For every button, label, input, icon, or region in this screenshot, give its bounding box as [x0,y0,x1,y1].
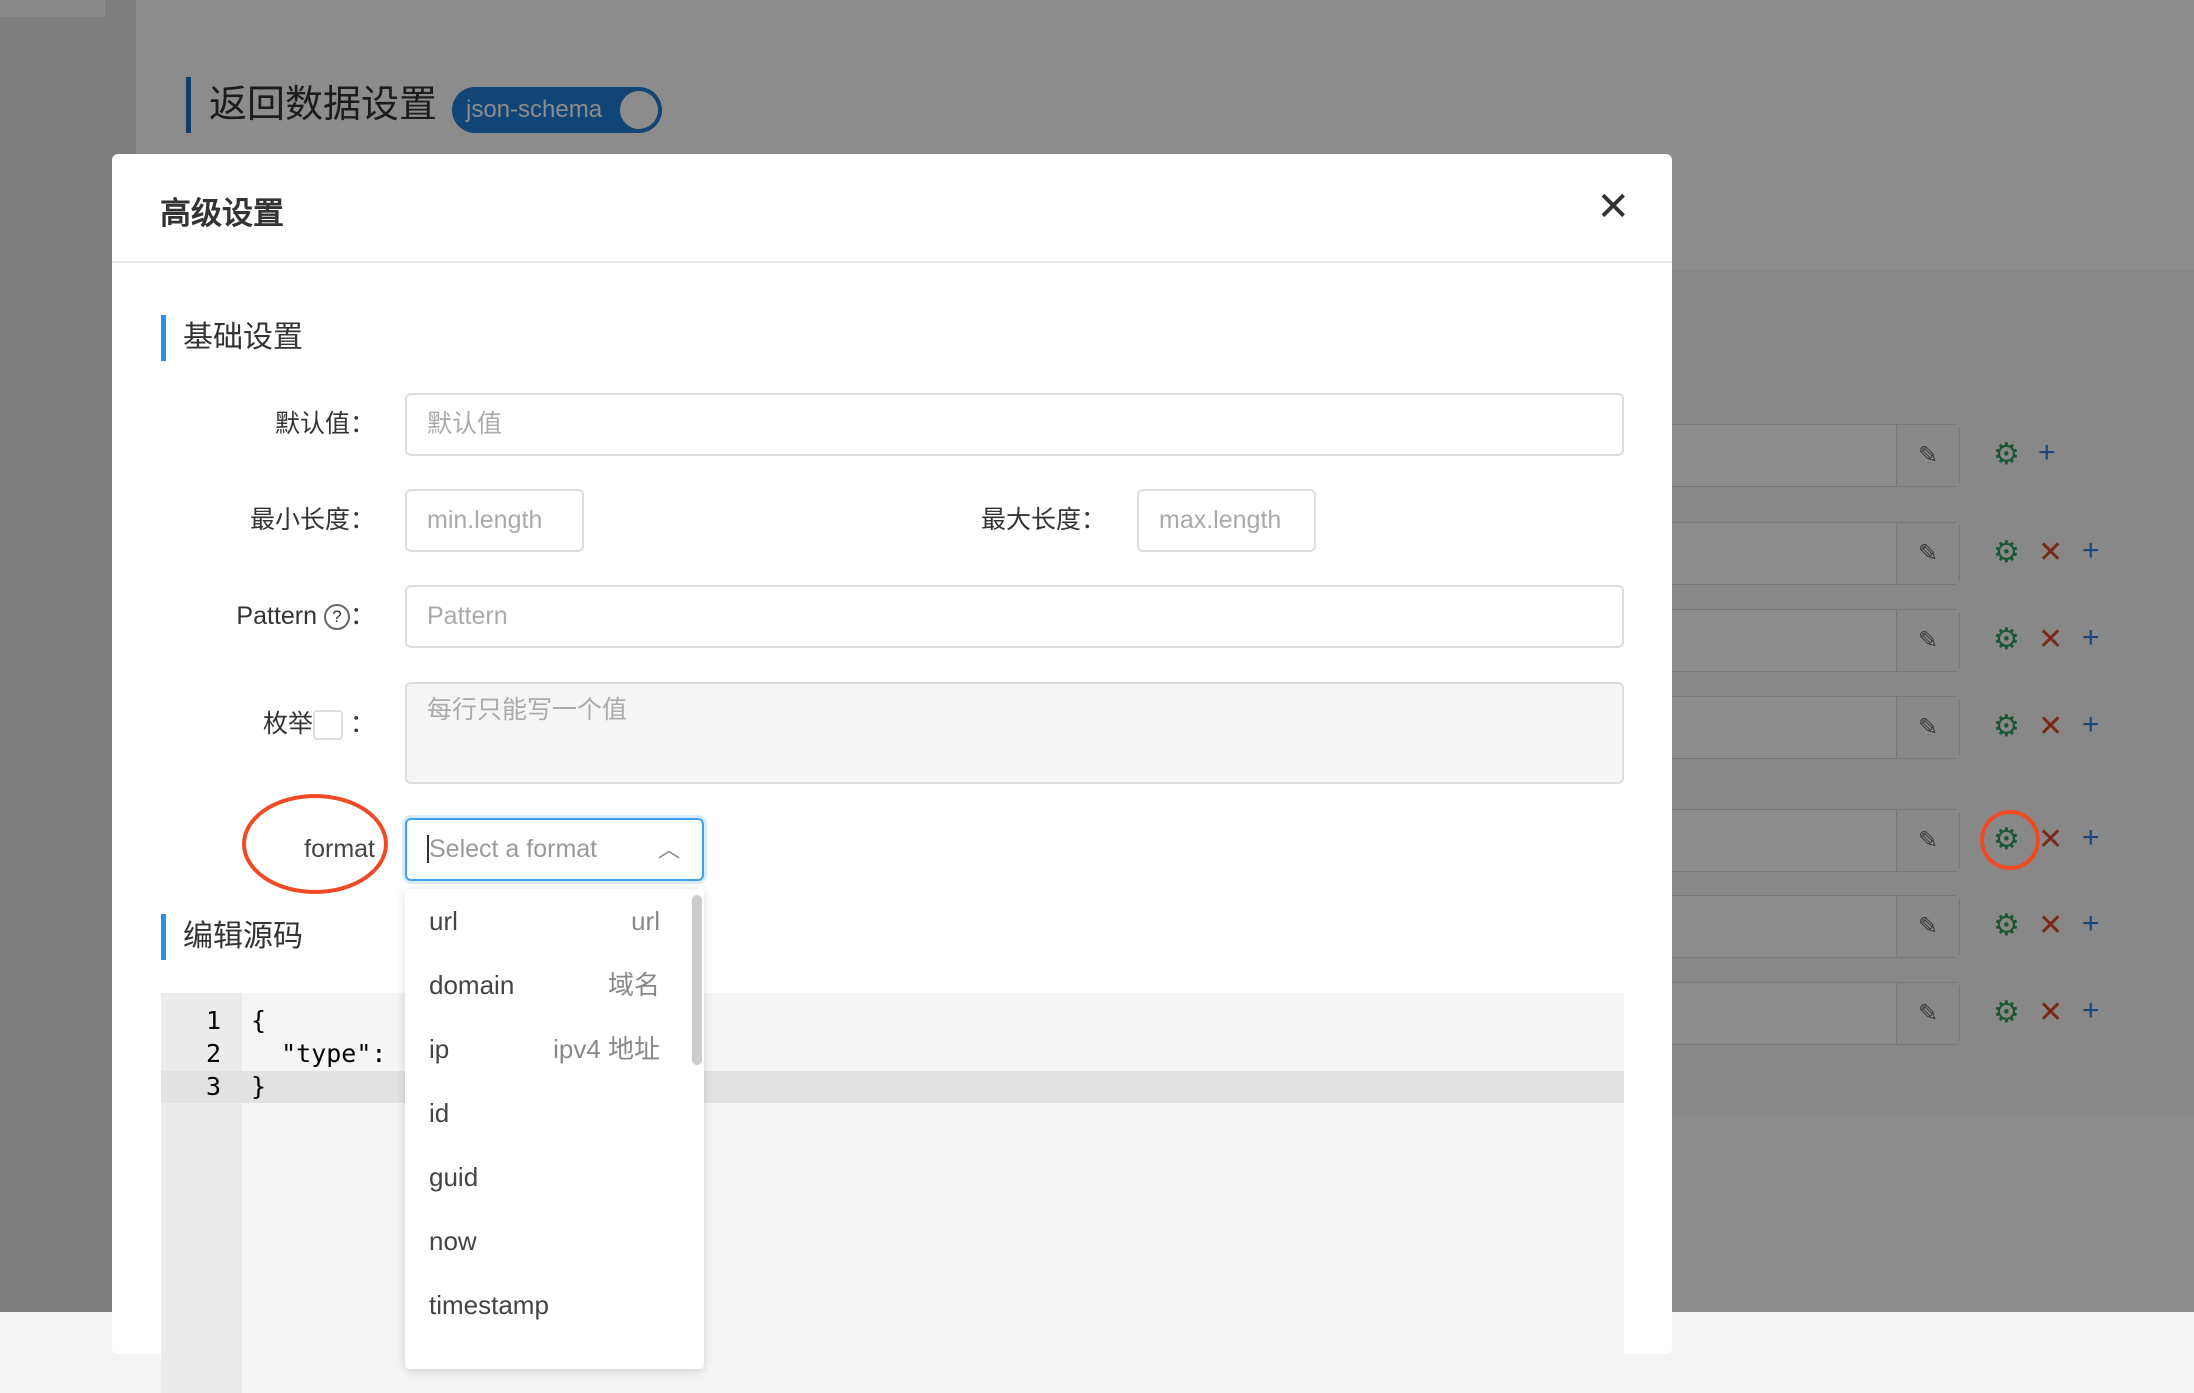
format-select-placeholder: Select a format [427,835,598,863]
enum-label: 枚举 ： [263,693,375,756]
min-length-label: 最小长度： [249,506,375,534]
max-length-input[interactable]: max.length [1137,489,1316,552]
option-value: ip [429,1034,450,1064]
code-line: 2 "type": " [161,1038,1624,1070]
basic-settings-heading: 基础设置 [161,315,303,361]
format-option[interactable]: domain 域名 [405,953,704,1017]
format-dropdown: url url domain 域名 ip ipv4 地址 id guid now timestam… [405,889,704,1369]
modal-title: 高级设置 [160,196,284,231]
format-option[interactable]: timestamp [405,1273,704,1337]
close-icon[interactable]: ✕ [1596,184,1630,230]
advanced-settings-modal: 高级设置 ✕ 基础设置 默认值： 默认值 最小长度： min.length 最大… [112,154,1672,1393]
code-text: "type": " [251,1039,417,1068]
enum-textarea[interactable]: 每行只能写一个值 [405,682,1624,784]
option-value: domain [429,970,515,1000]
dropdown-scrollbar[interactable] [692,895,702,1065]
max-length-label: 最大长度： [980,506,1106,534]
code-editor[interactable]: 1{2 "type": " 3} [161,993,1624,1393]
default-label: 默认值： [274,410,375,438]
code-line: 3} [161,1071,1624,1103]
option-description: 域名 [607,970,660,1000]
code-text: } [251,1072,267,1101]
format-option[interactable]: ip ipv4 地址 [405,1017,704,1081]
enum-label-text: 枚举 [263,710,314,738]
edit-source-heading: 编辑源码 [161,914,303,960]
pattern-input[interactable]: Pattern [405,585,1624,648]
option-value: timestamp [429,1290,549,1320]
format-select[interactable]: Select a format ︿ [405,818,704,881]
option-value: guid [429,1162,479,1192]
option-description: url [631,906,660,936]
format-option[interactable]: id [405,1081,704,1145]
pattern-label: Pattern ?： [236,585,375,648]
line-number: 2 [205,1039,221,1068]
chevron-up-icon: ︿ [657,837,680,862]
option-description: ipv4 地址 [553,1034,660,1064]
code-line: 1{ [161,1005,1624,1037]
pattern-label-text: Pattern [236,602,318,630]
enum-checkbox[interactable] [313,710,344,741]
annotation-circle [1980,810,2040,870]
format-option[interactable]: guid [405,1145,704,1209]
option-value: id [429,1098,450,1128]
format-label: format [304,835,375,863]
modal-header: 高级设置 ✕ [112,154,1672,263]
default-value-input[interactable]: 默认值 [405,393,1624,456]
format-option[interactable]: url url [405,889,704,953]
format-option[interactable]: now [405,1209,704,1273]
option-value: url [429,906,458,936]
colon: ： [349,710,375,738]
line-number: 1 [205,1006,221,1035]
option-value: now [429,1226,477,1256]
code-text: { [251,1006,267,1035]
help-icon[interactable]: ? [323,604,350,631]
line-number: 3 [205,1072,221,1101]
colon: ： [349,602,375,630]
min-length-input[interactable]: min.length [405,489,584,552]
